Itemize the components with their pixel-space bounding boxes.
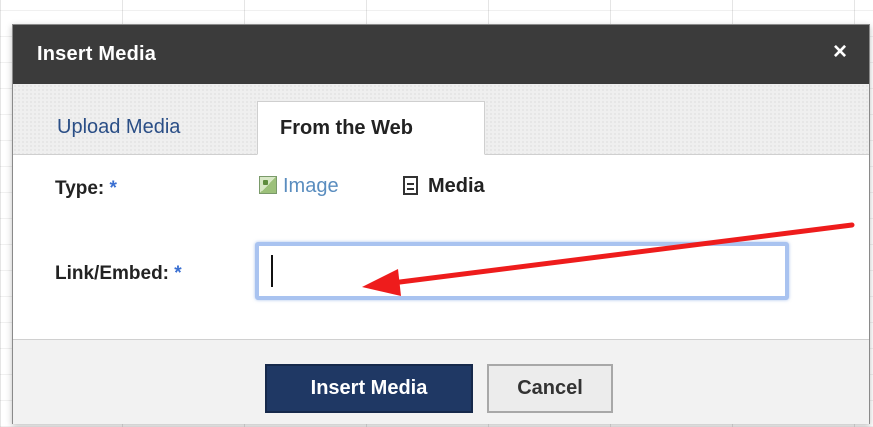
- document-icon: [403, 176, 418, 195]
- insert-media-dialog: Insert Media × Upload Media From the Web…: [12, 24, 870, 424]
- link-embed-label: Link/Embed: *: [55, 263, 182, 285]
- type-option-media[interactable]: Media: [403, 175, 485, 198]
- link-embed-label-text: Link/Embed:: [55, 263, 170, 284]
- type-option-media-label: Media: [428, 175, 485, 197]
- text-cursor: [271, 255, 273, 287]
- type-option-image[interactable]: Image: [259, 175, 339, 198]
- image-icon: [259, 176, 277, 194]
- close-icon[interactable]: ×: [825, 37, 855, 67]
- link-embed-input[interactable]: [255, 242, 789, 300]
- tab-upload-media[interactable]: Upload Media: [35, 101, 202, 154]
- cancel-button[interactable]: Cancel: [487, 364, 613, 413]
- dialog-body: Type: * Image Media Link/Embed: *: [13, 155, 869, 339]
- type-label: Type: *: [55, 178, 117, 200]
- required-asterisk: *: [109, 178, 117, 199]
- required-asterisk: *: [174, 263, 182, 284]
- type-option-image-label: Image: [283, 175, 339, 197]
- type-label-text: Type:: [55, 178, 105, 199]
- dialog-title: Insert Media: [37, 43, 157, 65]
- tab-from-the-web[interactable]: From the Web: [257, 101, 485, 155]
- tab-bar: Upload Media From the Web: [13, 84, 869, 155]
- dialog-footer: Insert Media Cancel: [13, 339, 869, 424]
- insert-media-button[interactable]: Insert Media: [265, 364, 473, 413]
- dialog-titlebar: Insert Media ×: [13, 25, 869, 84]
